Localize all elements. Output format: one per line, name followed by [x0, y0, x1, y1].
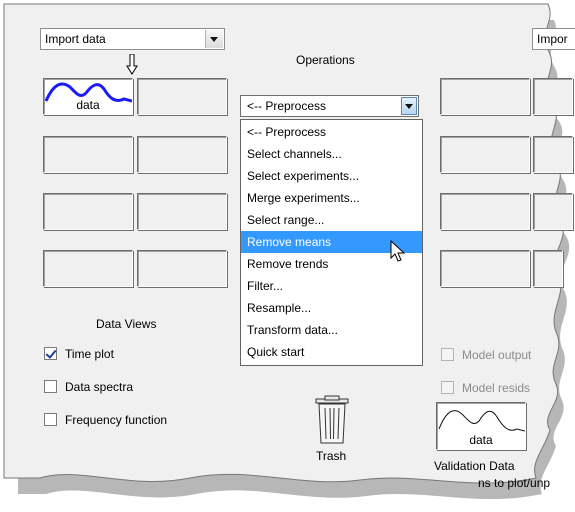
system-identification-panel: Import data Impor Operations data Data V…: [0, 0, 575, 512]
trash-icon[interactable]: [312, 395, 352, 447]
validation-waveform-icon: [438, 410, 525, 432]
model-tile[interactable]: [440, 193, 530, 230]
data-tile-label: data: [76, 98, 100, 112]
data-tile[interactable]: [43, 136, 133, 173]
model-tile[interactable]: [533, 250, 563, 287]
data-tile[interactable]: [137, 193, 227, 230]
frequency-function-checkbox[interactable]: [44, 413, 57, 426]
import-data-dropdown[interactable]: Import data: [40, 28, 225, 50]
time-plot-checkbox[interactable]: [44, 347, 57, 360]
menu-item-select-experiments[interactable]: Select experiments...: [241, 165, 422, 187]
model-tile[interactable]: [533, 193, 573, 230]
model-tile[interactable]: [533, 136, 573, 173]
trash-label: Trash: [316, 449, 347, 463]
model-tile[interactable]: [440, 250, 530, 287]
data-tile[interactable]: [43, 250, 133, 287]
chevron-down-icon[interactable]: [205, 30, 223, 48]
import-data-value: Import data: [45, 32, 106, 46]
menu-item-select-range[interactable]: Select range...: [241, 209, 422, 231]
menu-item-select-channels[interactable]: Select channels...: [241, 143, 422, 165]
frequency-function-label: Frequency function: [65, 413, 168, 427]
menu-item-transform-data[interactable]: Transform data...: [241, 319, 422, 341]
menu-item-preprocess[interactable]: <-- Preprocess: [241, 121, 422, 143]
preprocess-dropdown[interactable]: <-- Preprocess: [240, 95, 419, 117]
chevron-down-icon[interactable]: [401, 97, 417, 115]
model-resids-label: Model resids: [462, 381, 531, 395]
down-arrow-icon: [126, 54, 138, 75]
import-models-value: Impor: [537, 32, 568, 46]
data-views-title: Data Views: [96, 317, 157, 331]
validation-tile-label: data: [469, 433, 493, 447]
data-tile[interactable]: [137, 136, 227, 173]
validation-data-tile[interactable]: data: [436, 402, 526, 450]
validation-data-caption: Validation Data: [434, 459, 515, 473]
model-resids-checkbox[interactable]: [441, 381, 454, 394]
menu-item-merge-experiments[interactable]: Merge experiments...: [241, 187, 422, 209]
footer-hint: ns to plot/unp: [478, 476, 551, 490]
import-models-dropdown[interactable]: Impor: [532, 28, 575, 50]
data-tile[interactable]: [137, 78, 227, 115]
menu-item-quick-start[interactable]: Quick start: [241, 341, 422, 363]
model-tile[interactable]: [440, 136, 530, 173]
model-tile[interactable]: [533, 78, 573, 115]
data-tile-active[interactable]: data: [43, 78, 133, 115]
time-plot-label: Time plot: [65, 347, 114, 361]
menu-item-resample[interactable]: Resample...: [241, 297, 422, 319]
preprocess-value: <-- Preprocess: [247, 99, 327, 113]
data-tile[interactable]: [137, 250, 227, 287]
model-output-checkbox[interactable]: [441, 348, 454, 361]
model-tile[interactable]: [440, 78, 530, 115]
mouse-cursor-icon: [390, 240, 406, 262]
data-spectra-checkbox[interactable]: [44, 380, 57, 393]
model-output-label: Model output: [462, 348, 532, 362]
data-tile[interactable]: [43, 193, 133, 230]
data-spectra-label: Data spectra: [65, 380, 134, 394]
operations-title: Operations: [296, 53, 355, 67]
menu-item-filter[interactable]: Filter...: [241, 275, 422, 297]
